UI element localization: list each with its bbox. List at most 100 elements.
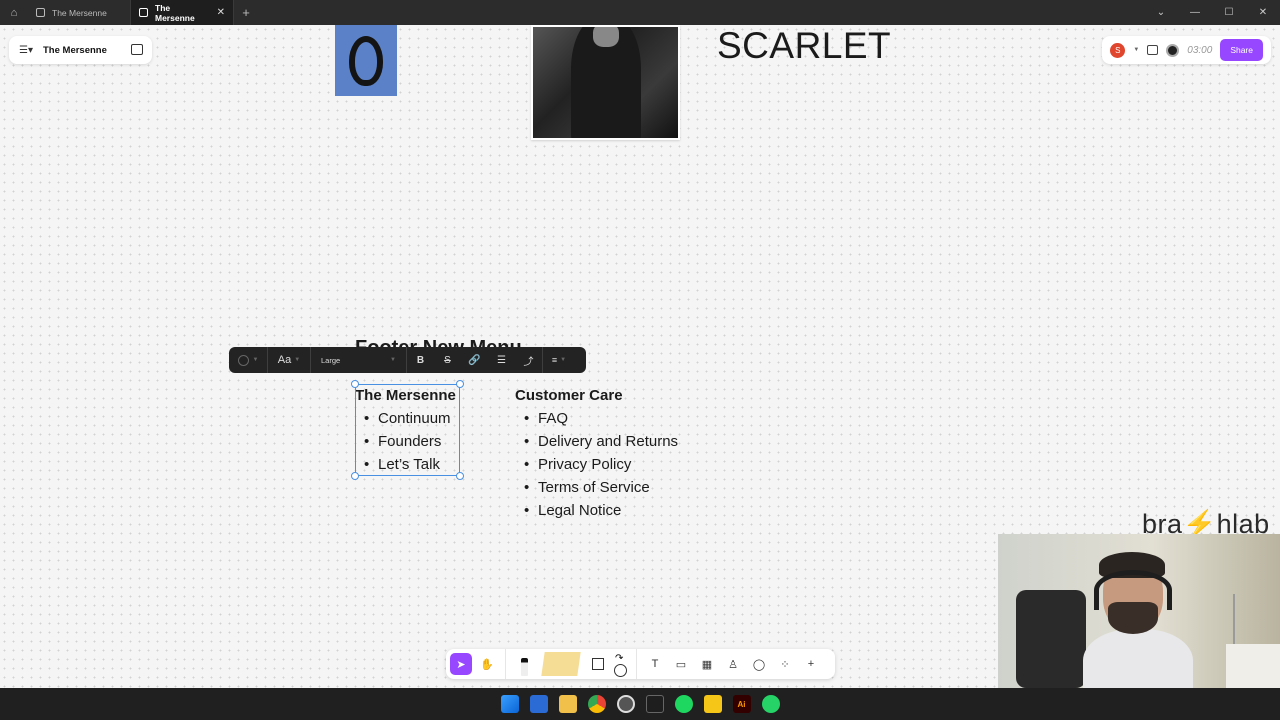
list-item: Founders [364,430,456,453]
close-window-button[interactable]: ✕ [1246,7,1280,18]
font-size-select[interactable]: Large ▼ [311,356,406,365]
chevron-down-icon: ▼ [252,357,259,363]
webcam-overlay [998,534,1280,688]
more-tools-icon[interactable]: + [800,653,822,675]
link-list: Continuum Founders Let’s Talk [355,407,456,476]
align-left-icon: ≡ [551,355,558,365]
webcam-shelf [1226,644,1280,688]
resize-handle[interactable] [456,380,464,388]
list-item: Legal Notice [524,499,678,522]
tool-dock: ➤ ✋ ↷ T ▭ ▦ ♙ ◯ ⁘ + [446,649,835,679]
file-menu[interactable]: ☰▾ The Mersenne [9,36,152,64]
shape-tool[interactable] [587,653,609,675]
whatsapp-icon[interactable] [761,695,780,713]
windows-icon[interactable] [500,695,519,713]
chrome-icon[interactable] [587,695,606,713]
tab-the-mersenne-2[interactable]: The Mersenne ✕ [131,0,234,25]
file-icon [36,8,45,17]
hand-tool-icon[interactable]: ✋ [476,653,498,675]
webcam-chair [1016,590,1086,688]
figma-icon[interactable] [645,695,664,713]
footer-column-mersenne[interactable]: The Mersenne Continuum Founders Let’s Ta… [355,384,456,476]
webcam-person-body [1083,629,1193,688]
column-title: Customer Care [515,387,623,404]
tab-the-mersenne-1[interactable]: The Mersenne [28,0,131,25]
link-list: FAQ Delivery and Returns Privacy Policy … [515,407,678,522]
avatar[interactable]: S [1110,42,1126,58]
link-icon[interactable]: 🔗 [461,355,488,366]
file-name[interactable]: The Mersenne [43,45,107,56]
chevron-down-icon[interactable]: ▼ [1133,47,1139,53]
bag-image[interactable] [335,25,397,96]
chevron-down-icon: ▼ [390,357,396,363]
list-item: Terms of Service [524,476,678,499]
strikethrough-button[interactable]: S [434,355,461,366]
bag-shape [349,35,383,86]
portrait-face [593,27,619,47]
marker-tool-icon[interactable] [513,652,535,676]
close-tab-icon[interactable]: ✕ [217,7,225,18]
text-tool-icon[interactable]: T [644,653,666,675]
text-align-select[interactable]: ≡ ▼ [543,355,575,365]
table-tool-icon[interactable]: ▦ [696,653,718,675]
file-explorer-icon[interactable] [558,695,577,713]
list-item: Privacy Policy [524,453,678,476]
list-item: Continuum [364,407,456,430]
chevron-down-icon: ▼ [294,357,301,363]
bullet-list-icon[interactable]: ☰ [488,355,515,366]
main-menu-icon[interactable]: ☰▾ [19,45,35,56]
color-dot-icon [237,354,249,366]
text-color-picker[interactable]: ▼ [229,354,267,366]
resize-handle[interactable] [456,472,464,480]
sticky-notes-icon[interactable] [703,695,722,713]
edge-icon[interactable] [529,695,548,713]
sticky-note-tool-icon[interactable] [541,652,581,676]
window-controls: ⌄ — ☐ ✕ [1144,0,1280,25]
layout-icon[interactable] [1147,45,1159,55]
header-right-tools: S ▼ 03:00 Share [1102,36,1271,64]
timer-value[interactable]: 03:00 [1187,45,1212,56]
headphones-icon [1094,570,1172,610]
home-icon[interactable]: ⌂ [0,0,28,25]
chevron-down-icon[interactable]: ⌄ [1144,7,1178,18]
maximize-button[interactable]: ☐ [1212,7,1246,18]
marker-shape [520,658,528,676]
square-icon [592,658,604,670]
timer-icon[interactable] [1166,43,1180,57]
pages-icon[interactable] [131,44,143,55]
widgets-tool-icon[interactable]: ⁘ [774,653,796,675]
divider [636,649,637,679]
portrait-image[interactable] [531,25,680,140]
bold-button[interactable]: B [407,355,434,366]
list-item: Delivery and Returns [524,430,678,453]
curved-arrow-icon: ↷ [615,653,624,664]
list-item: FAQ [524,407,678,430]
section-tool-icon[interactable]: ▭ [670,653,692,675]
connector-icon[interactable]: ⤴ [515,353,542,368]
connector-tool[interactable]: ↷ [613,651,629,677]
illustrator-icon[interactable]: Ai [732,695,751,713]
font-icon: Aa [277,354,292,366]
file-icon [139,8,148,17]
column-title: The Mersenne [355,387,456,404]
minimize-button[interactable]: — [1178,7,1212,18]
stamp-tool-icon[interactable]: ♙ [722,653,744,675]
portrait-photo [533,27,678,138]
share-button[interactable]: Share [1220,39,1263,61]
font-picker[interactable]: Aa ▼ [268,354,310,366]
add-tab-button[interactable]: + [234,5,258,20]
circle-icon [614,664,627,677]
chevron-down-icon: ▼ [560,357,567,363]
select-tool-icon[interactable]: ➤ [450,653,472,675]
footer-column-customer-care[interactable]: Customer Care FAQ Delivery and Returns P… [515,384,678,522]
collaborators-bar: S ▼ 03:00 Share [1102,36,1271,64]
scarlet-heading[interactable]: SCARLET [717,25,891,67]
spotify-icon[interactable] [674,695,693,713]
font-size-value: Large [321,355,341,365]
tab-label: The Mersenne [52,7,107,18]
windows-taskbar: Ai [0,688,1280,720]
text-format-toolbar: ▼ Aa ▼ Large ▼ B S 🔗 ☰ ⤴ ≡ ▼ [229,347,586,373]
list-item: Let’s Talk [364,453,456,476]
comment-tool-icon[interactable]: ◯ [748,653,770,675]
chrome-canary-icon[interactable] [616,695,635,713]
